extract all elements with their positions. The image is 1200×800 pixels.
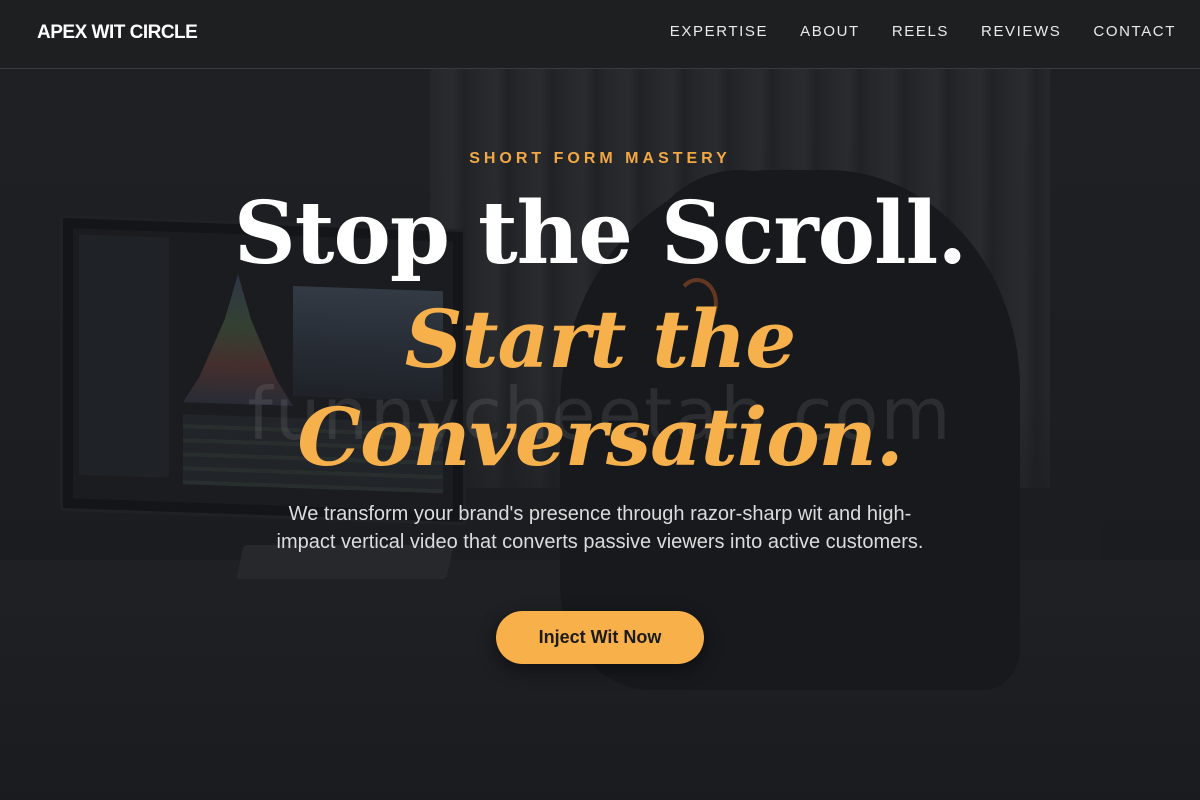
nav-link-contact[interactable]: CONTACT bbox=[1093, 23, 1176, 40]
main-nav: EXPERTISE ABOUT REELS REVIEWS CONTACT bbox=[670, 23, 1176, 40]
nav-link-about[interactable]: ABOUT bbox=[800, 23, 860, 40]
hero-section: SHORT FORM MASTERY Stop the Scroll. Star… bbox=[0, 68, 1200, 800]
hero-accent-line-2: Conversation. bbox=[297, 390, 903, 484]
top-navbar: APEX WIT CIRCLE EXPERTISE ABOUT REELS RE… bbox=[0, 0, 1200, 69]
inject-wit-button[interactable]: Inject Wit Now bbox=[496, 611, 704, 664]
hero-subtext: We transform your brand's presence throu… bbox=[276, 503, 924, 553]
hero-accent-line-1: Start the bbox=[404, 292, 797, 386]
nav-link-reviews[interactable]: REVIEWS bbox=[981, 23, 1061, 40]
hero-eyebrow: SHORT FORM MASTERY bbox=[469, 150, 731, 167]
hero-headline-accent: Start the Conversation. bbox=[0, 290, 1200, 486]
nav-link-expertise[interactable]: EXPERTISE bbox=[670, 23, 768, 40]
brand-logo[interactable]: APEX WIT CIRCLE bbox=[37, 22, 198, 44]
nav-link-reels[interactable]: REELS bbox=[892, 23, 949, 40]
hero-headline: Stop the Scroll. bbox=[233, 183, 968, 284]
